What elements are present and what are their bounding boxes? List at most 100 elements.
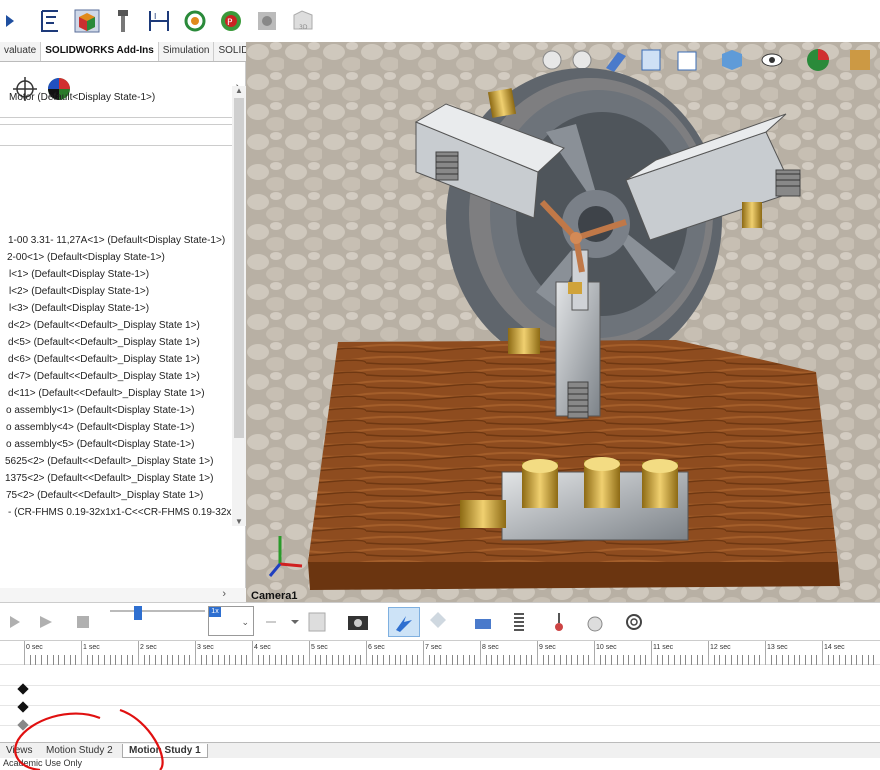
tree-item[interactable]: d<2> (Default<<Default>_Display State 1>… — [8, 317, 200, 334]
display-style-icon[interactable] — [722, 50, 742, 70]
motor-icon[interactable] — [428, 611, 452, 633]
3d-drawing-icon[interactable]: 3D — [290, 6, 316, 36]
tree-item[interactable]: 1-00 3.31- 11,27A<1> (Default<Display St… — [8, 232, 225, 249]
photo-render-icon[interactable] — [182, 6, 208, 36]
tree-item[interactable]: 75<2> (Default<<Default>_Display State 1… — [6, 487, 203, 504]
section-view-icon[interactable] — [641, 49, 661, 71]
screw-tool-icon[interactable] — [110, 6, 136, 36]
calculate-icon[interactable] — [388, 607, 420, 637]
time-tick-minor — [354, 655, 356, 665]
save-animation-icon[interactable] — [346, 611, 372, 633]
force-icon[interactable] — [550, 611, 568, 633]
zoom-area-icon[interactable] — [572, 50, 592, 70]
stop-icon[interactable] — [76, 611, 90, 633]
time-tick-minor — [725, 655, 727, 665]
prev-dropdown-icon[interactable] — [290, 611, 300, 633]
graphics-viewport[interactable] — [246, 42, 880, 602]
tab-views[interactable]: Views — [0, 744, 39, 757]
time-tick — [822, 641, 823, 665]
tree-item[interactable]: d<6> (Default<<Default>_Display State 1>… — [8, 351, 200, 368]
time-tick-minor — [639, 655, 641, 665]
tree-item[interactable]: d<11> (Default<<Default>_Display State 1… — [8, 385, 205, 402]
tree-item[interactable]: d<7> (Default<<Default>_Display State 1>… — [8, 368, 200, 385]
time-tick-minor — [217, 655, 219, 665]
time-tick-minor — [92, 655, 94, 665]
tree-item[interactable]: o assembly<5> (Default<Display State-1>) — [6, 436, 194, 453]
damper-icon[interactable] — [510, 611, 528, 633]
gravity-icon[interactable] — [584, 611, 606, 633]
time-tick-minor — [628, 655, 630, 665]
simulation-icon[interactable] — [254, 6, 280, 36]
time-tick — [195, 641, 196, 665]
time-tick-minor — [508, 655, 510, 665]
time-tick-minor — [810, 655, 812, 665]
tree-item[interactable]: 1375<2> (Default<<Default>_Display State… — [5, 470, 213, 487]
apply-scene-icon[interactable] — [850, 50, 870, 70]
time-tick-minor — [736, 655, 738, 665]
time-tick-minor — [844, 655, 846, 665]
time-label: 14 sec — [824, 644, 845, 651]
time-tick-minor — [559, 655, 561, 665]
play-icon[interactable] — [8, 611, 22, 633]
keyframe-marker[interactable] — [17, 701, 29, 713]
camera-label: Camera1 — [251, 590, 298, 602]
tree-scrollbar[interactable]: ▲ ▼ — [232, 86, 246, 526]
motion-study-icon[interactable]: P — [218, 6, 244, 36]
autokey-icon[interactable] — [306, 611, 330, 633]
sketch-tool-icon[interactable] — [38, 6, 64, 36]
time-tick-minor — [445, 655, 447, 665]
next-icon[interactable] — [264, 611, 278, 633]
tree-item[interactable]: 5625<2> (Default<<Default>_Display State… — [5, 453, 213, 470]
tab-motion-study-1[interactable]: Motion Study 1 — [122, 744, 208, 758]
playback-slider[interactable] — [110, 605, 205, 627]
zoom-to-fit-icon[interactable] — [542, 50, 562, 70]
dimension-tool-icon[interactable]: I — [146, 6, 172, 36]
tree-item[interactable]: d<5> (Default<<Default>_Display State 1>… — [8, 334, 200, 351]
scroll-down-icon[interactable]: ▼ — [235, 517, 243, 526]
svg-text:3D: 3D — [299, 24, 308, 31]
horizontal-scrollbar[interactable]: › — [0, 588, 246, 602]
tree-root-motor[interactable]: Motor (Default<Display State-1>) — [9, 92, 155, 103]
time-tick-minor — [827, 655, 829, 665]
time-tick-minor — [440, 655, 442, 665]
tab-solidworks-add-ins[interactable]: SOLIDWORKS Add-Ins — [41, 42, 159, 61]
play-from-start-icon[interactable] — [38, 611, 54, 633]
keyframe-marker[interactable] — [17, 719, 29, 731]
view-orientation-icon[interactable] — [677, 51, 697, 71]
arrow-icon[interactable] — [2, 6, 28, 36]
tab-evaluate[interactable]: valuate — [0, 42, 42, 61]
tab-simulation[interactable]: Simulation — [159, 42, 215, 61]
tree-item[interactable]: o assembly<1> (Default<Display State-1>) — [6, 402, 194, 419]
scroll-right-icon[interactable]: › — [222, 588, 226, 600]
tree-item[interactable]: - (CR-FHMS 0.19-32x1x1-C<<CR-FHMS 0.19-3… — [8, 504, 232, 521]
motion-timeline[interactable]: 0 sec 1 sec 2 sec 3 sec 4 sec 5 sec 6 sec 7 sec… — [0, 640, 880, 742]
time-tick-minor — [873, 655, 875, 665]
tree-item[interactable]: l<1> (Default<Display State-1>) — [9, 266, 149, 283]
time-tick — [480, 641, 481, 665]
playback-speed-select[interactable]: 1x ⌄ — [208, 606, 254, 636]
scroll-up-icon[interactable]: ▲ — [235, 86, 243, 95]
tree-item[interactable]: o assembly<4> (Default<Display State-1>) — [6, 419, 194, 436]
scrollbar-thumb[interactable] — [234, 98, 244, 438]
svg-text:I: I — [154, 12, 156, 21]
tree-item[interactable]: l<3> (Default<Display State-1>) — [9, 300, 149, 317]
time-tick — [594, 641, 595, 665]
tree-item[interactable]: 2-00<1> (Default<Display State-1>) — [7, 249, 165, 266]
time-tick-minor — [525, 655, 527, 665]
time-tick-minor — [599, 655, 601, 665]
spring-left — [435, 151, 459, 181]
time-tick-minor — [280, 655, 282, 665]
time-tick-minor — [565, 655, 567, 665]
main-toolbar: I P 3D — [0, 0, 880, 42]
time-tick-minor — [58, 655, 60, 665]
settings-gear-icon[interactable] — [622, 611, 646, 633]
tab-motion-study-2[interactable]: Motion Study 2 — [40, 744, 119, 757]
time-tick-minor — [839, 655, 841, 665]
time-tick-minor — [132, 655, 134, 665]
time-tick-minor — [269, 655, 271, 665]
time-tick-minor — [200, 655, 202, 665]
tree-item[interactable]: l<2> (Default<Display State-1>) — [9, 283, 149, 300]
spring-tool-icon[interactable] — [472, 611, 494, 633]
appearance-cube-icon[interactable] — [74, 6, 100, 36]
time-tick-minor — [747, 655, 749, 665]
